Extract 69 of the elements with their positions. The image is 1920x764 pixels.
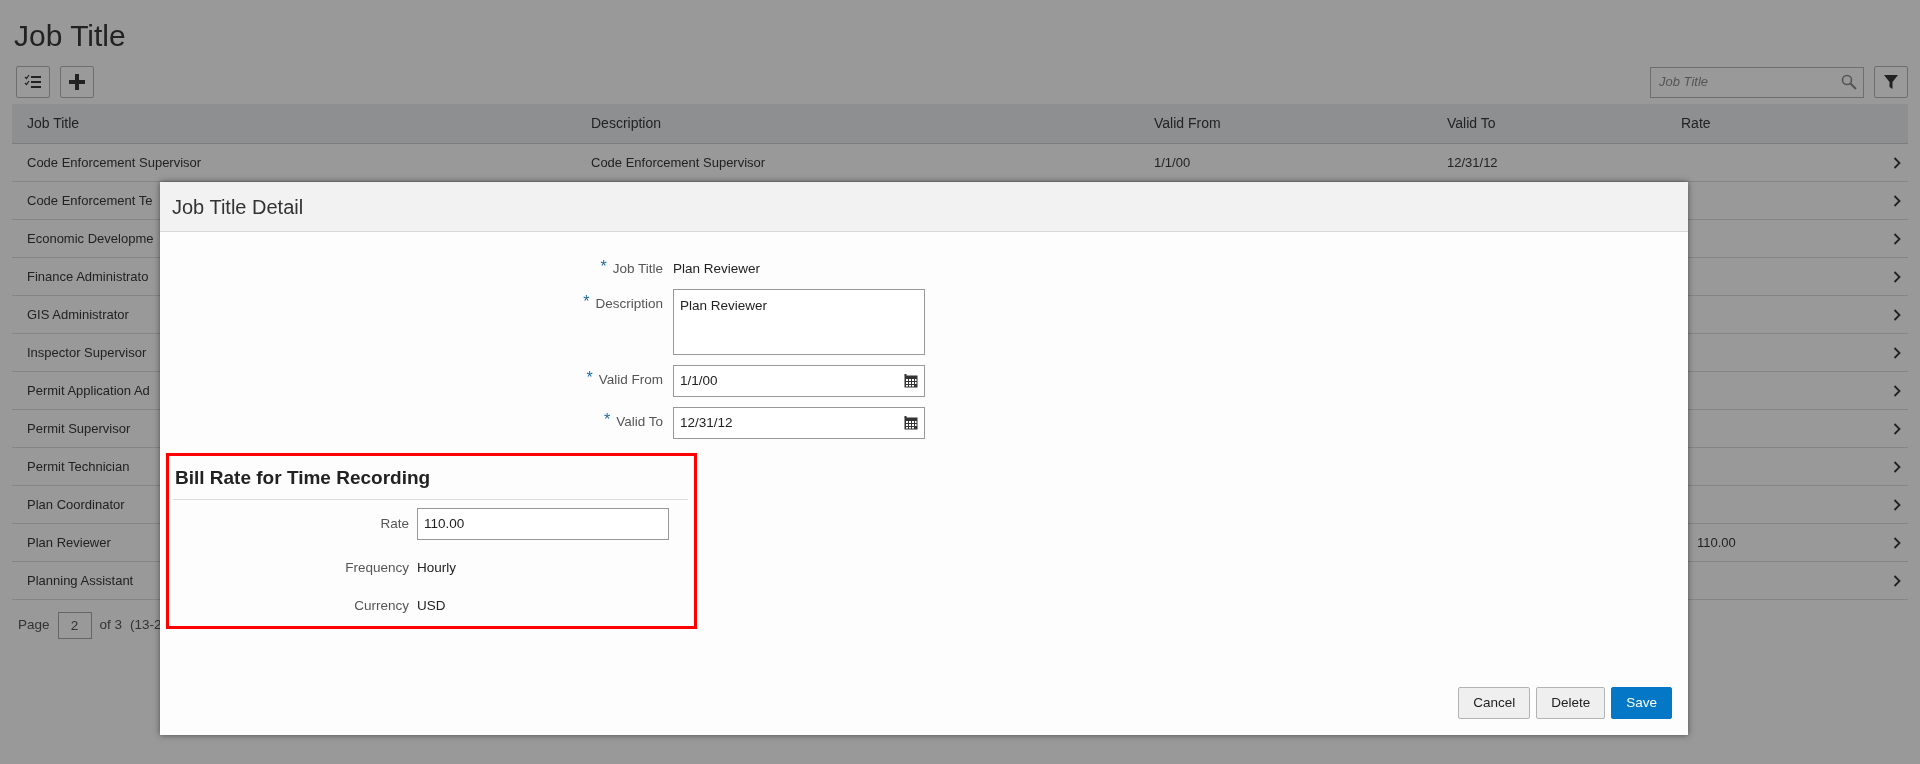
table-cell: 12/31/12 <box>1447 154 1498 170</box>
table-cell: Permit Application Ad <box>27 382 150 398</box>
table-cell: Code Enforcement Te <box>27 192 153 208</box>
column-header[interactable]: Job Title <box>27 115 80 131</box>
dialog-button[interactable]: Cancel <box>1458 687 1531 719</box>
table-cell: Economic Developme <box>27 230 154 246</box>
chevron-right-icon[interactable] <box>1892 498 1901 511</box>
chevron-right-icon[interactable] <box>1892 156 1901 169</box>
chevron-right-icon[interactable] <box>1892 384 1901 397</box>
checklist-icon[interactable] <box>16 66 50 98</box>
search-input[interactable]: Job Title <box>1657 71 1841 93</box>
column-header[interactable]: Description <box>591 115 662 131</box>
required-mark: * <box>603 412 611 431</box>
field-value: Hourly <box>417 558 457 577</box>
chevron-right-icon[interactable] <box>1892 270 1901 283</box>
chevron-right-icon[interactable] <box>1892 536 1901 549</box>
chevron-right-icon[interactable] <box>1892 574 1901 587</box>
table-cell: Permit Supervisor <box>27 420 131 436</box>
table-cell: 1/1/00 <box>1154 154 1191 170</box>
field-label: Frequency <box>345 558 409 577</box>
table-cell: Planning Assistant <box>27 572 134 588</box>
description-field[interactable]: Plan Reviewer <box>673 289 925 356</box>
table-cell: Inspector Supervisor <box>27 344 147 360</box>
dialog-title: Job Title Detail <box>172 194 304 220</box>
record-range: (13-2 <box>130 616 162 635</box>
search-icon <box>1841 74 1857 90</box>
save-button[interactable]: Save <box>1611 687 1672 719</box>
calendar-icon[interactable] <box>904 416 918 431</box>
table-cell: Finance Administrato <box>27 268 149 284</box>
field-label: Rate <box>380 514 409 533</box>
page-title: Job Title <box>14 18 127 54</box>
section-title: Bill Rate for Time Recording <box>173 460 688 500</box>
dialog-button[interactable]: Delete <box>1536 687 1606 719</box>
table-cell: GIS Administrator <box>27 306 129 322</box>
add-icon[interactable] <box>60 66 94 98</box>
calendar-icon[interactable] <box>904 374 918 389</box>
required-mark: * <box>600 259 607 277</box>
rate-field[interactable]: 110.00 <box>417 507 669 540</box>
table-cell: 110.00 <box>1697 534 1736 550</box>
table-cell: Code Enforcement Supervisor <box>27 154 202 170</box>
chevron-right-icon[interactable] <box>1892 346 1901 359</box>
required-mark: * <box>586 370 593 389</box>
table-cell: Permit Technician <box>27 458 130 474</box>
search-field[interactable]: Job Title <box>1650 66 1864 98</box>
table-cell: Code Enforcement Supervisor <box>591 154 766 170</box>
page-count: of 3 <box>99 616 123 635</box>
column-header[interactable]: Valid From <box>1154 115 1221 131</box>
column-header[interactable]: Valid To <box>1447 115 1496 131</box>
field-label: Job Title <box>612 260 663 278</box>
chevron-right-icon[interactable] <box>1892 194 1901 207</box>
date-field[interactable]: 1/1/00 <box>673 365 925 398</box>
field-label: Valid To <box>616 413 663 432</box>
column-header[interactable]: Rate <box>1681 115 1711 131</box>
date-field[interactable]: 12/31/12 <box>673 407 925 440</box>
chevron-right-icon[interactable] <box>1892 308 1901 321</box>
pagination-label: Page <box>18 616 50 635</box>
field-value: USD <box>417 597 447 615</box>
field-value: Plan Reviewer <box>673 260 762 278</box>
required-mark: * <box>583 294 590 313</box>
table-cell: Plan Reviewer <box>27 534 111 550</box>
chevron-right-icon[interactable] <box>1892 232 1901 245</box>
filter-icon[interactable] <box>1874 66 1908 98</box>
field-label: Currency <box>354 597 409 615</box>
chevron-right-icon[interactable] <box>1892 422 1901 435</box>
field-label: Description <box>595 295 663 314</box>
field-label: Valid From <box>598 371 663 390</box>
page-number-field[interactable]: 2 <box>57 612 92 639</box>
table-cell: Plan Coordinator <box>27 496 125 512</box>
chevron-right-icon[interactable] <box>1892 460 1901 473</box>
